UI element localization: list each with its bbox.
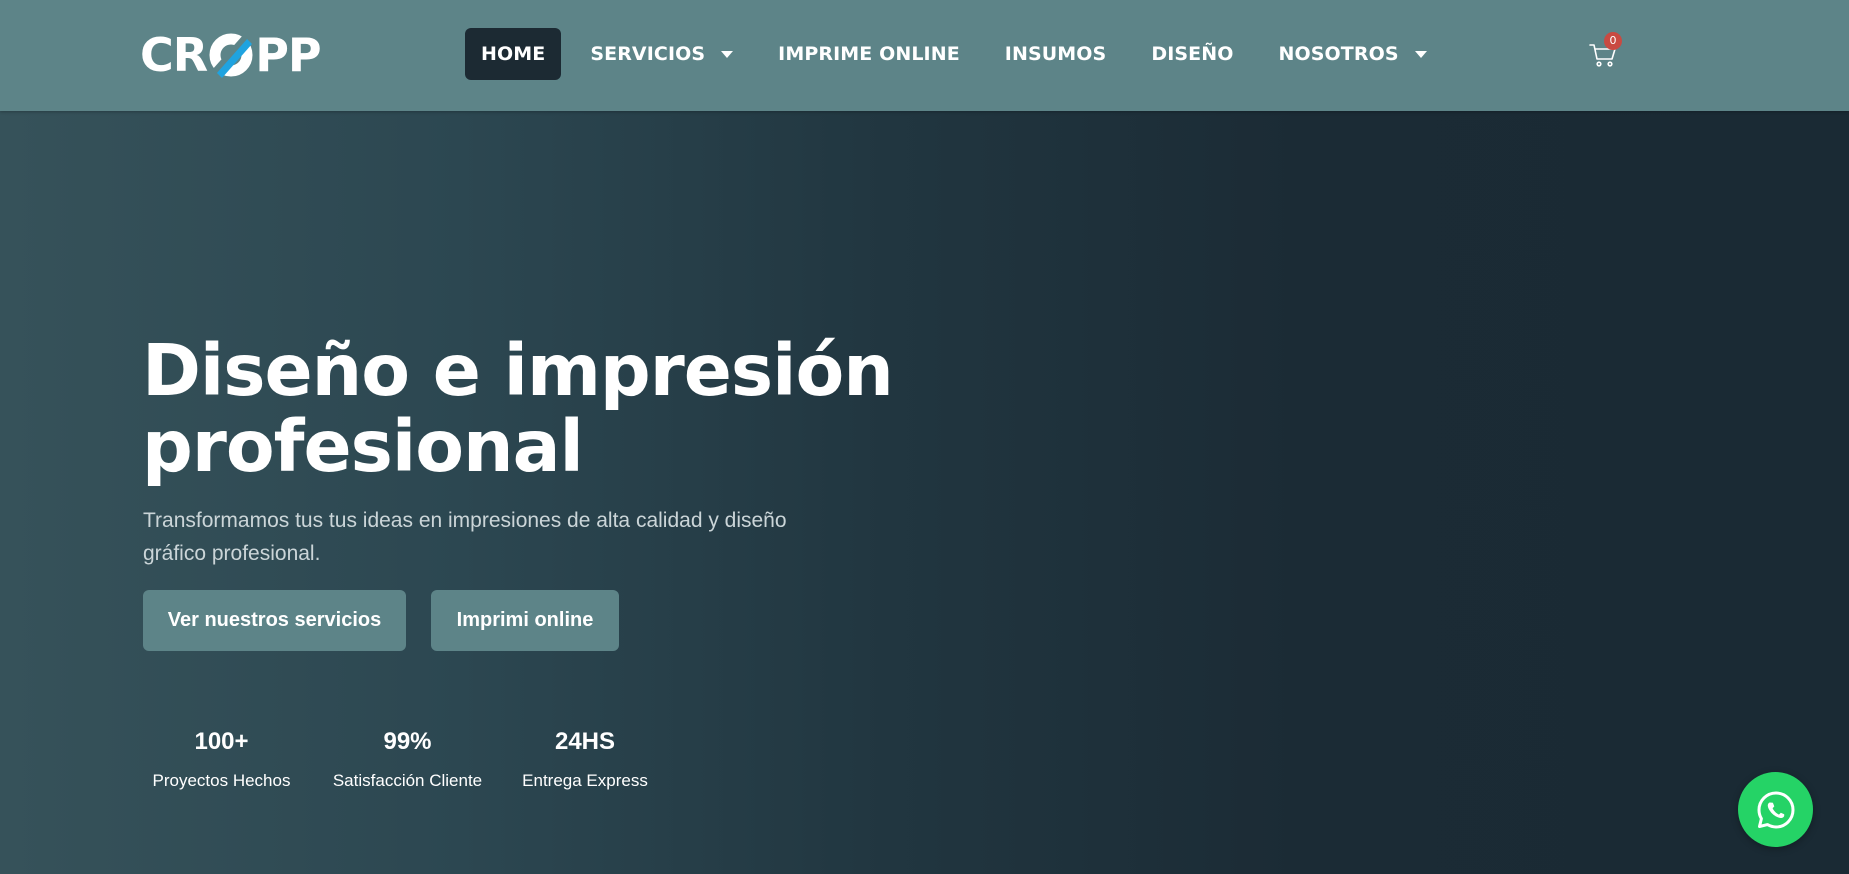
print-online-button[interactable]: Imprimi online: [431, 590, 619, 651]
site-logo[interactable]: CR PP: [140, 28, 322, 82]
nav-item-servicios[interactable]: SERVICIOS: [574, 28, 749, 80]
stat-projects: 100+ Proyectos Hechos: [143, 727, 300, 792]
page: CR PP HOME SERVICIOS IMPRIME ONLINE INSU…: [0, 0, 1849, 874]
nav-item-diseno[interactable]: DISEÑO: [1135, 28, 1249, 80]
nav-item-label: INSUMOS: [1004, 43, 1107, 65]
hero-section: Diseño e impresión profesional Transform…: [0, 111, 1849, 874]
hero-title-line: profesional: [142, 405, 584, 488]
hero-subtitle-line: Transformamos tus tus ideas en impresion…: [143, 509, 787, 532]
hero-title: Diseño e impresión profesional: [142, 329, 894, 488]
stat-value: 24HS: [554, 728, 616, 755]
stat-value: 99%: [383, 728, 432, 755]
stat-delivery: 24HS Entrega Express: [516, 727, 654, 792]
stat-label: Entrega Express: [522, 771, 648, 790]
nav-item-home[interactable]: HOME: [465, 28, 562, 80]
stat-satisfaction: 99% Satisfacción Cliente: [320, 727, 495, 792]
nav-item-label: IMPRIME ONLINE: [778, 43, 960, 65]
whatsapp-icon[interactable]: [1738, 772, 1813, 847]
nav-item-nosotros[interactable]: NOSOTROS: [1263, 28, 1443, 80]
stat-label: Proyectos Hechos: [152, 771, 291, 790]
main-nav: HOME SERVICIOS IMPRIME ONLINE INSUMOS DI…: [465, 28, 1456, 80]
nav-item-imprime-online[interactable]: IMPRIME ONLINE: [762, 28, 976, 80]
logo-o-slash-icon: [208, 32, 254, 78]
nav-item-label: HOME: [481, 43, 546, 65]
stat-label: Satisfacción Cliente: [332, 771, 483, 790]
stat-value: 100+: [194, 728, 249, 755]
services-button[interactable]: Ver nuestros servicios: [143, 590, 406, 651]
nav-item-insumos[interactable]: INSUMOS: [989, 28, 1123, 80]
nav-item-label: SERVICIOS: [590, 43, 706, 65]
hero-subtitle: Transformamos tus tus ideas en impresion…: [143, 504, 863, 570]
hero-subtitle-line: gráfico profesional.: [143, 542, 321, 565]
caret-down-icon: [1414, 50, 1427, 58]
logo-text-start: CR: [140, 28, 208, 82]
site-header: CR PP HOME SERVICIOS IMPRIME ONLINE INSU…: [0, 0, 1849, 111]
caret-down-icon: [721, 50, 734, 58]
nav-item-label: DISEÑO: [1151, 43, 1234, 65]
nav-item-label: NOSOTROS: [1278, 43, 1399, 65]
logo-text-end: PP: [255, 28, 321, 82]
hero-title-line: Diseño e impresión: [142, 329, 894, 412]
cart-count-badge: 0: [1604, 32, 1622, 50]
